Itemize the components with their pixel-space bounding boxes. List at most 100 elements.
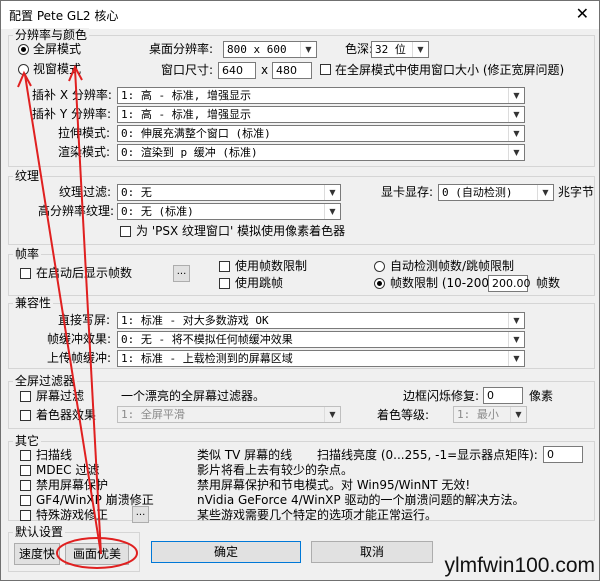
mdec-label: MDEC 过滤 [36, 463, 100, 477]
chevron-down-icon: ▼ [508, 332, 524, 347]
screensaver-checkbox[interactable] [20, 480, 31, 491]
use-window-size-label: 在全屏模式中使用窗口大小 (修正宽屏问题) [335, 63, 565, 77]
auto-detect-radio[interactable] [374, 261, 385, 272]
gf4-label: GF4/WinXP 崩溃修正 [36, 493, 154, 507]
scan-bright-input[interactable]: 0 [543, 446, 583, 463]
screen-filter-label: 屏幕过滤 [36, 389, 85, 403]
stretch-select[interactable]: 0: 伸展充满整个窗口 (标准) ▼ [117, 125, 525, 142]
y-scale-select[interactable]: 1: 高 - 标准, 增强显示 ▼ [117, 106, 525, 123]
hires-select[interactable]: 0: 无 (标准) ▼ [117, 203, 341, 220]
chevron-down-icon: ▼ [508, 351, 524, 366]
window-width-input[interactable]: 640 [218, 62, 256, 79]
special-fix-options-button[interactable]: ... [132, 506, 149, 523]
chevron-down-icon: ▼ [324, 185, 340, 200]
chevron-down-icon: ▼ [508, 88, 524, 103]
scan-bright-label: 扫描线亮度 (0...255, -1=显示器点矩阵): [317, 448, 538, 462]
screensaver-desc: 禁用屏幕保护和节电模式。对 Win95/WinNT 无效! [197, 478, 471, 492]
edge-fix-unit: 像素 [529, 389, 554, 403]
gf4-checkbox[interactable] [20, 495, 31, 506]
fb-upload-select[interactable]: 1: 标准 - 上载检测到的屏幕区域 ▼ [117, 350, 525, 367]
fb-upload-label: 上传帧缓冲: [47, 351, 112, 365]
gf4-desc: nVidia GeForce 4/WinXP 驱动的一个崩溃问题的解决方法。 [197, 493, 525, 507]
chevron-down-icon: ▼ [537, 185, 553, 200]
use-skip-label: 使用跳帧 [235, 276, 284, 290]
x-scale-select[interactable]: 1: 高 - 标准, 增强显示 ▼ [117, 87, 525, 104]
screen-filter-checkbox[interactable] [20, 391, 31, 402]
psx-shader-checkbox[interactable] [120, 226, 131, 237]
group-compat-title: 兼容性 [13, 296, 54, 310]
render-label: 渲染模式: [58, 145, 111, 159]
limit-unit: 帧数 [536, 276, 561, 290]
edge-fix-input[interactable]: 0 [483, 387, 523, 404]
mdec-checkbox[interactable] [20, 465, 31, 476]
chevron-down-icon: ▼ [510, 407, 526, 422]
limit-input[interactable]: 200.00 [488, 275, 531, 292]
watermark: ylmfwin100.com [444, 554, 595, 577]
window-height-input[interactable]: 480 [272, 62, 312, 79]
group-filters-title: 全屏过滤器 [13, 374, 78, 388]
show-fps-label: 在启动后显示帧数 [36, 266, 133, 280]
fb-effects-label: 帧缓冲效果: [47, 332, 112, 346]
cancel-button[interactable]: 取消 [311, 541, 433, 563]
title-bar: 配置 Pete GL2 核心 ✕ [1, 1, 599, 29]
color-depth-label: 色深: [345, 42, 374, 56]
chevron-down-icon: ▼ [508, 145, 524, 160]
group-misc-title: 其它 [13, 434, 42, 448]
use-skip-checkbox[interactable] [219, 278, 230, 289]
show-fps-checkbox[interactable] [20, 268, 31, 279]
windowed-label: 视窗模式 [33, 62, 82, 76]
fast-preset-button[interactable]: 速度快 [14, 543, 60, 565]
shader-level-select[interactable]: 1: 最小 ▼ [453, 406, 527, 423]
use-window-size-checkbox[interactable] [320, 64, 331, 75]
chevron-down-icon: ▼ [300, 42, 316, 57]
fullscreen-radio[interactable] [18, 44, 29, 55]
psx-shader-label: 为 'PSX 纹理窗口' 模拟使用像素着色器 [136, 224, 346, 238]
window-size-label: 窗口尺寸: [161, 63, 214, 77]
shader-checkbox[interactable] [20, 410, 31, 421]
auto-detect-label: 自动检测帧数/跳帧限制 [390, 259, 515, 273]
fb-effects-select[interactable]: 0: 无 - 将不模拟任何帧缓冲效果 ▼ [117, 331, 525, 348]
screen-filter-desc: 一个漂亮的全屏幕过滤器。 [121, 389, 266, 403]
scanlines-label: 扫描线 [36, 448, 73, 462]
offscreen-select[interactable]: 1: 标准 - 对大多数游戏 OK ▼ [117, 312, 525, 329]
fps-options-button[interactable]: ... [173, 265, 190, 282]
chevron-down-icon: ▼ [324, 204, 340, 219]
desktop-res-label: 桌面分辨率: [149, 42, 214, 56]
shader-level-label: 着色等级: [377, 408, 430, 422]
vram-label: 显卡显存: [381, 185, 434, 199]
limit-label: 帧数限制 (10-200) [390, 276, 494, 290]
use-limit-label: 使用帧数限制 [235, 259, 308, 273]
desktop-res-select[interactable]: 800 x 600 ▼ [223, 41, 317, 58]
special-fix-checkbox[interactable] [20, 510, 31, 521]
texture-filter-label: 纹理过滤: [59, 185, 112, 199]
edge-fix-label: 边框闪烁修复: [403, 389, 480, 403]
nice-preset-button[interactable]: 画面优美 [65, 543, 129, 565]
special-fix-label: 特殊游戏修正 [36, 508, 109, 522]
color-depth-select[interactable]: 32 位 ▼ [371, 41, 429, 58]
vram-select[interactable]: 0 (自动检测) ▼ [438, 184, 554, 201]
window-title: 配置 Pete GL2 核心 [9, 9, 119, 23]
use-limit-checkbox[interactable] [219, 261, 230, 272]
shader-label: 着色器效果 [36, 408, 97, 422]
fullscreen-label: 全屏模式 [33, 42, 82, 56]
offscreen-label: 直接写屏: [58, 313, 111, 327]
windowed-radio[interactable] [18, 64, 29, 75]
render-select[interactable]: 0: 渲染到 p 缓冲 (标准) ▼ [117, 144, 525, 161]
scanlines-checkbox[interactable] [20, 450, 31, 461]
limit-radio[interactable] [374, 278, 385, 289]
chevron-down-icon: ▼ [508, 126, 524, 141]
group-resolution-title: 分辨率与颜色 [13, 28, 90, 42]
texture-filter-select[interactable]: 0: 无 ▼ [117, 184, 341, 201]
shader-select[interactable]: 1: 全屏平滑 ▼ [117, 406, 341, 423]
screensaver-label: 禁用屏幕保护 [36, 478, 109, 492]
vram-unit: 兆字节 [558, 185, 595, 199]
group-texture-title: 纹理 [13, 169, 42, 183]
window-size-x: x [261, 63, 269, 77]
chevron-down-icon: ▼ [508, 107, 524, 122]
chevron-down-icon: ▼ [412, 42, 428, 57]
ok-button[interactable]: 确定 [151, 541, 301, 563]
config-dialog: 配置 Pete GL2 核心 ✕ 分辨率与颜色 全屏模式 视窗模式 桌面分辨率:… [0, 0, 600, 581]
close-icon[interactable]: ✕ [576, 4, 589, 23]
scanlines-desc: 类似 TV 屏幕的线 [197, 448, 293, 462]
x-scale-label: 插补 X 分辨率: [32, 88, 112, 102]
